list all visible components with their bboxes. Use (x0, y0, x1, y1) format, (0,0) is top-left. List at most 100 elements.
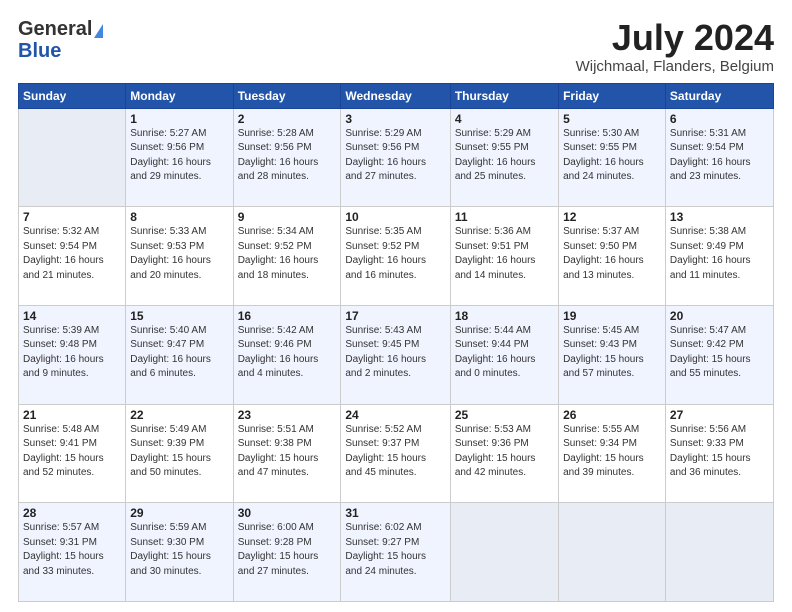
calendar-cell (450, 503, 558, 602)
day-info: Sunrise: 5:28 AMSunset: 9:56 PMDaylight:… (238, 127, 337, 185)
calendar-cell: 29Sunrise: 5:59 AMSunset: 9:30 PMDayligh… (126, 503, 233, 602)
calendar-cell: 30Sunrise: 6:00 AMSunset: 9:28 PMDayligh… (233, 503, 341, 602)
day-number: 17 (345, 309, 445, 323)
day-number: 28 (23, 506, 121, 520)
calendar-week-row: 1Sunrise: 5:27 AMSunset: 9:56 PMDaylight… (19, 108, 774, 207)
day-info: Sunrise: 5:49 AMSunset: 9:39 PMDaylight:… (130, 423, 228, 481)
calendar-cell: 25Sunrise: 5:53 AMSunset: 9:36 PMDayligh… (450, 404, 558, 503)
calendar-cell: 1Sunrise: 5:27 AMSunset: 9:56 PMDaylight… (126, 108, 233, 207)
day-info: Sunrise: 5:42 AMSunset: 9:46 PMDaylight:… (238, 324, 337, 382)
day-info: Sunrise: 5:56 AMSunset: 9:33 PMDaylight:… (670, 423, 769, 481)
calendar-cell: 3Sunrise: 5:29 AMSunset: 9:56 PMDaylight… (341, 108, 450, 207)
day-number: 8 (130, 210, 228, 224)
day-info: Sunrise: 5:48 AMSunset: 9:41 PMDaylight:… (23, 423, 121, 481)
calendar-weekday-monday: Monday (126, 83, 233, 108)
day-info: Sunrise: 5:37 AMSunset: 9:50 PMDaylight:… (563, 225, 661, 283)
day-info: Sunrise: 5:51 AMSunset: 9:38 PMDaylight:… (238, 423, 337, 481)
calendar-week-row: 28Sunrise: 5:57 AMSunset: 9:31 PMDayligh… (19, 503, 774, 602)
day-info: Sunrise: 5:38 AMSunset: 9:49 PMDaylight:… (670, 225, 769, 283)
day-info: Sunrise: 5:29 AMSunset: 9:56 PMDaylight:… (345, 127, 445, 185)
month-title: July 2024 (576, 18, 774, 58)
calendar-cell: 16Sunrise: 5:42 AMSunset: 9:46 PMDayligh… (233, 305, 341, 404)
day-number: 26 (563, 408, 661, 422)
calendar-cell: 23Sunrise: 5:51 AMSunset: 9:38 PMDayligh… (233, 404, 341, 503)
page: General Blue July 2024 Wijchmaal, Flande… (0, 0, 792, 612)
day-number: 29 (130, 506, 228, 520)
day-info: Sunrise: 5:31 AMSunset: 9:54 PMDaylight:… (670, 127, 769, 185)
day-number: 4 (455, 112, 554, 126)
calendar-cell: 19Sunrise: 5:45 AMSunset: 9:43 PMDayligh… (559, 305, 666, 404)
day-number: 12 (563, 210, 661, 224)
day-number: 18 (455, 309, 554, 323)
calendar-weekday-thursday: Thursday (450, 83, 558, 108)
day-number: 6 (670, 112, 769, 126)
calendar-week-row: 7Sunrise: 5:32 AMSunset: 9:54 PMDaylight… (19, 207, 774, 306)
header: General Blue July 2024 Wijchmaal, Flande… (18, 18, 774, 75)
calendar-cell: 6Sunrise: 5:31 AMSunset: 9:54 PMDaylight… (665, 108, 773, 207)
day-number: 14 (23, 309, 121, 323)
day-info: Sunrise: 5:44 AMSunset: 9:44 PMDaylight:… (455, 324, 554, 382)
calendar-cell: 4Sunrise: 5:29 AMSunset: 9:55 PMDaylight… (450, 108, 558, 207)
calendar-cell: 18Sunrise: 5:44 AMSunset: 9:44 PMDayligh… (450, 305, 558, 404)
day-info: Sunrise: 5:59 AMSunset: 9:30 PMDaylight:… (130, 521, 228, 579)
calendar-cell: 21Sunrise: 5:48 AMSunset: 9:41 PMDayligh… (19, 404, 126, 503)
calendar-cell: 13Sunrise: 5:38 AMSunset: 9:49 PMDayligh… (665, 207, 773, 306)
logo-general: General (18, 18, 92, 41)
day-number: 2 (238, 112, 337, 126)
day-info: Sunrise: 5:55 AMSunset: 9:34 PMDaylight:… (563, 423, 661, 481)
calendar-cell: 14Sunrise: 5:39 AMSunset: 9:48 PMDayligh… (19, 305, 126, 404)
logo: General Blue (18, 18, 103, 61)
day-number: 23 (238, 408, 337, 422)
day-info: Sunrise: 6:00 AMSunset: 9:28 PMDaylight:… (238, 521, 337, 579)
calendar-weekday-friday: Friday (559, 83, 666, 108)
day-number: 15 (130, 309, 228, 323)
calendar-cell: 2Sunrise: 5:28 AMSunset: 9:56 PMDaylight… (233, 108, 341, 207)
day-info: Sunrise: 5:29 AMSunset: 9:55 PMDaylight:… (455, 127, 554, 185)
day-number: 19 (563, 309, 661, 323)
calendar-cell: 24Sunrise: 5:52 AMSunset: 9:37 PMDayligh… (341, 404, 450, 503)
day-number: 9 (238, 210, 337, 224)
calendar-week-row: 14Sunrise: 5:39 AMSunset: 9:48 PMDayligh… (19, 305, 774, 404)
day-number: 21 (23, 408, 121, 422)
calendar-header-row: SundayMondayTuesdayWednesdayThursdayFrid… (19, 83, 774, 108)
calendar-cell: 15Sunrise: 5:40 AMSunset: 9:47 PMDayligh… (126, 305, 233, 404)
calendar-cell: 7Sunrise: 5:32 AMSunset: 9:54 PMDaylight… (19, 207, 126, 306)
day-info: Sunrise: 5:39 AMSunset: 9:48 PMDaylight:… (23, 324, 121, 382)
day-info: Sunrise: 5:53 AMSunset: 9:36 PMDaylight:… (455, 423, 554, 481)
calendar-cell: 27Sunrise: 5:56 AMSunset: 9:33 PMDayligh… (665, 404, 773, 503)
day-number: 10 (345, 210, 445, 224)
day-info: Sunrise: 5:36 AMSunset: 9:51 PMDaylight:… (455, 225, 554, 283)
day-number: 30 (238, 506, 337, 520)
day-info: Sunrise: 5:47 AMSunset: 9:42 PMDaylight:… (670, 324, 769, 382)
day-number: 20 (670, 309, 769, 323)
day-info: Sunrise: 5:43 AMSunset: 9:45 PMDaylight:… (345, 324, 445, 382)
day-number: 3 (345, 112, 445, 126)
day-info: Sunrise: 5:33 AMSunset: 9:53 PMDaylight:… (130, 225, 228, 283)
calendar-table: SundayMondayTuesdayWednesdayThursdayFrid… (18, 83, 774, 602)
day-number: 16 (238, 309, 337, 323)
day-info: Sunrise: 5:57 AMSunset: 9:31 PMDaylight:… (23, 521, 121, 579)
day-info: Sunrise: 5:52 AMSunset: 9:37 PMDaylight:… (345, 423, 445, 481)
day-number: 27 (670, 408, 769, 422)
title-block: July 2024 Wijchmaal, Flanders, Belgium (576, 18, 774, 75)
calendar-cell: 9Sunrise: 5:34 AMSunset: 9:52 PMDaylight… (233, 207, 341, 306)
logo-blue: Blue (18, 41, 61, 61)
day-number: 13 (670, 210, 769, 224)
day-number: 22 (130, 408, 228, 422)
day-number: 5 (563, 112, 661, 126)
day-number: 1 (130, 112, 228, 126)
calendar-weekday-tuesday: Tuesday (233, 83, 341, 108)
calendar-cell: 8Sunrise: 5:33 AMSunset: 9:53 PMDaylight… (126, 207, 233, 306)
calendar-cell: 20Sunrise: 5:47 AMSunset: 9:42 PMDayligh… (665, 305, 773, 404)
calendar-cell: 11Sunrise: 5:36 AMSunset: 9:51 PMDayligh… (450, 207, 558, 306)
calendar-cell (559, 503, 666, 602)
calendar-cell: 10Sunrise: 5:35 AMSunset: 9:52 PMDayligh… (341, 207, 450, 306)
calendar-weekday-wednesday: Wednesday (341, 83, 450, 108)
day-number: 11 (455, 210, 554, 224)
day-info: Sunrise: 5:27 AMSunset: 9:56 PMDaylight:… (130, 127, 228, 185)
day-number: 7 (23, 210, 121, 224)
day-info: Sunrise: 6:02 AMSunset: 9:27 PMDaylight:… (345, 521, 445, 579)
calendar-cell: 17Sunrise: 5:43 AMSunset: 9:45 PMDayligh… (341, 305, 450, 404)
day-info: Sunrise: 5:45 AMSunset: 9:43 PMDaylight:… (563, 324, 661, 382)
day-info: Sunrise: 5:32 AMSunset: 9:54 PMDaylight:… (23, 225, 121, 283)
